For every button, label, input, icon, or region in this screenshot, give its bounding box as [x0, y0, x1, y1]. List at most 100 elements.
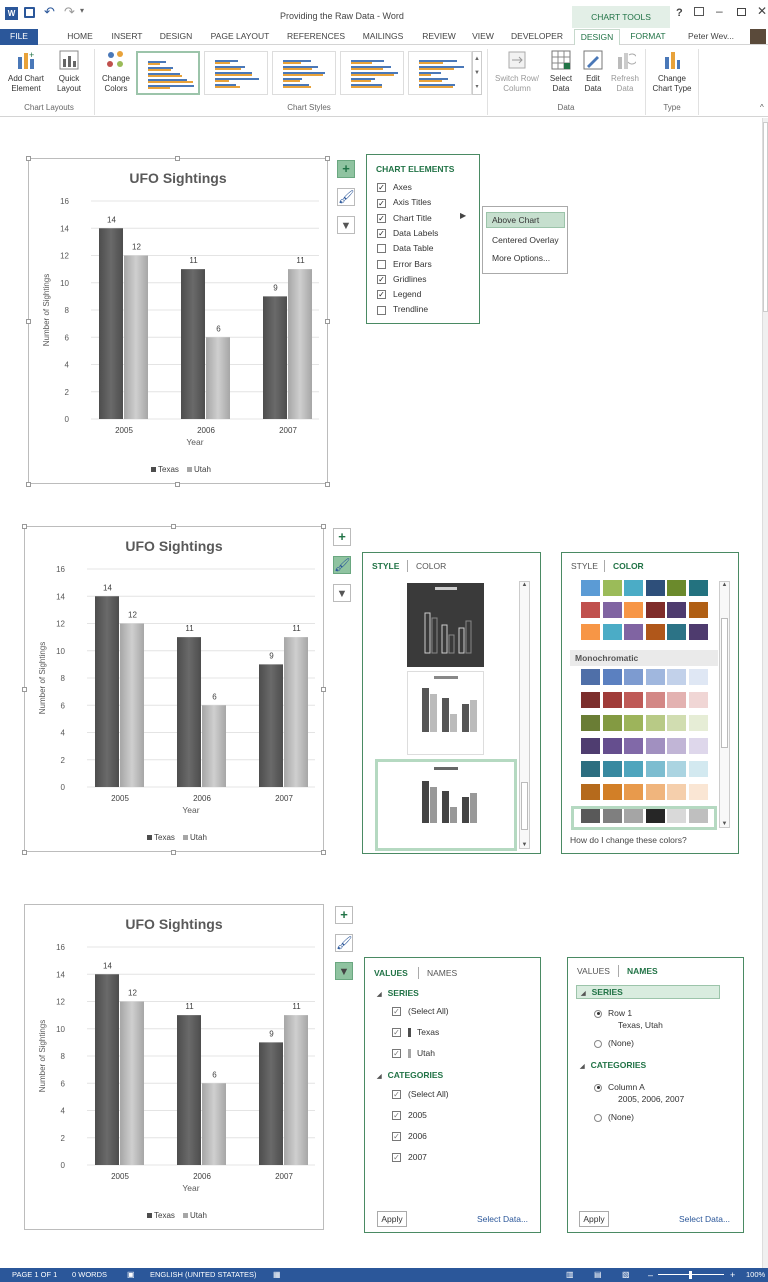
- color-swatch[interactable]: [645, 602, 665, 618]
- zoom-slider-thumb[interactable]: [689, 1271, 692, 1279]
- color-swatch[interactable]: [624, 602, 643, 618]
- color-swatch[interactable]: [667, 738, 686, 754]
- x-axis-title[interactable]: Year: [182, 1183, 199, 1193]
- color-swatch[interactable]: [624, 784, 643, 800]
- filter-item[interactable]: ✓ Texas: [392, 1025, 439, 1039]
- maximize-button[interactable]: [737, 8, 746, 16]
- style-thumb-dark[interactable]: [407, 583, 484, 667]
- color-swatch[interactable]: [602, 692, 622, 708]
- legend-entry[interactable]: Texas: [154, 833, 175, 842]
- color-swatch[interactable]: [581, 669, 600, 685]
- resize-handle[interactable]: [22, 524, 27, 529]
- color-swatch[interactable]: [581, 580, 600, 596]
- scroll-thumb[interactable]: [521, 782, 528, 830]
- color-swatch[interactable]: [581, 692, 600, 708]
- bar-utah-2007[interactable]: [288, 269, 312, 419]
- bar-texas-2005[interactable]: [95, 974, 119, 1165]
- radio-unselected[interactable]: [594, 1039, 602, 1048]
- scroll-up-icon[interactable]: ▲: [520, 582, 529, 588]
- data-label[interactable]: 14: [103, 583, 112, 592]
- color-swatch[interactable]: [602, 580, 622, 596]
- chart-element-data-table[interactable]: Data Table: [377, 241, 433, 255]
- color-swatch[interactable]: [667, 784, 686, 800]
- chart-style-thumb[interactable]: [204, 51, 268, 95]
- resize-handle[interactable]: [325, 156, 330, 161]
- y-axis-title[interactable]: Number of Sightings: [38, 642, 47, 714]
- tab-color[interactable]: COLOR: [613, 561, 644, 571]
- tab-style[interactable]: STYLE: [571, 561, 598, 571]
- tab-home[interactable]: HOME: [60, 29, 100, 45]
- bar-texas-2007[interactable]: [259, 1042, 283, 1165]
- close-button[interactable]: ✕: [757, 4, 767, 18]
- tab-names[interactable]: NAMES: [427, 968, 457, 978]
- scroll-down-icon[interactable]: ▼: [520, 842, 529, 848]
- change-colors-help-link[interactable]: How do I change these colors?: [570, 835, 687, 845]
- zoom-out-icon[interactable]: –: [648, 1268, 653, 1282]
- style-thumb-light[interactable]: [407, 671, 484, 755]
- color-swatch[interactable]: [688, 761, 708, 777]
- color-swatch[interactable]: [645, 738, 665, 754]
- y-axis-title[interactable]: Number of Sightings: [42, 274, 51, 346]
- checkbox-checked[interactable]: ✓: [377, 229, 386, 239]
- resize-handle[interactable]: [175, 482, 180, 487]
- select-data-link[interactable]: Select Data...: [679, 1214, 730, 1224]
- apply-button[interactable]: Apply: [377, 1211, 407, 1227]
- color-swatch[interactable]: [581, 624, 600, 640]
- resize-handle[interactable]: [22, 687, 27, 692]
- bar-utah-2006[interactable]: [202, 705, 226, 787]
- chart-element-gridlines[interactable]: ✓ Gridlines: [377, 272, 427, 286]
- data-label[interactable]: 11: [189, 256, 198, 265]
- data-label[interactable]: 12: [128, 611, 137, 620]
- resize-handle[interactable]: [321, 524, 326, 529]
- gallery-scroll[interactable]: ▲ ▼ ▾: [472, 51, 482, 95]
- color-swatch[interactable]: [688, 580, 708, 596]
- qat-customize-icon[interactable]: ▾: [80, 6, 84, 15]
- style-scrollbar[interactable]: ▲ ▼: [519, 581, 530, 849]
- resize-handle[interactable]: [22, 850, 27, 855]
- color-swatch[interactable]: [688, 669, 708, 685]
- bar-utah-2007[interactable]: [284, 1015, 308, 1165]
- bar-utah-2005[interactable]: [124, 255, 148, 420]
- data-label[interactable]: 11: [292, 1002, 301, 1011]
- tab-values[interactable]: VALUES: [577, 966, 610, 976]
- tab-chart-design[interactable]: DESIGN: [574, 29, 620, 45]
- macro-icon[interactable]: ▦: [273, 1268, 281, 1282]
- tab-page-layout[interactable]: PAGE LAYOUT: [207, 29, 273, 45]
- legend-entry[interactable]: Utah: [194, 465, 211, 474]
- chart-elements-button[interactable]: +: [335, 906, 353, 924]
- data-label[interactable]: 14: [103, 961, 112, 970]
- filter-item[interactable]: ✓ 2006: [392, 1129, 427, 1143]
- x-axis-title[interactable]: Year: [182, 805, 199, 815]
- checkbox-unchecked[interactable]: [377, 244, 386, 254]
- bar-utah-2007[interactable]: [284, 637, 308, 787]
- scroll-down-icon[interactable]: ▼: [720, 821, 729, 827]
- chart-styles-button[interactable]: 🖌: [337, 188, 355, 206]
- bar-utah-2005[interactable]: [120, 623, 144, 788]
- checkbox-checked[interactable]: ✓: [392, 1132, 401, 1142]
- chart-filters-button[interactable]: ▼: [335, 962, 353, 980]
- color-swatch[interactable]: [581, 784, 600, 800]
- data-label[interactable]: 9: [269, 1029, 274, 1038]
- color-swatch[interactable]: [688, 692, 708, 708]
- color-swatch[interactable]: [581, 602, 600, 618]
- tab-insert[interactable]: INSERT: [107, 29, 147, 45]
- color-swatch[interactable]: [624, 761, 643, 777]
- select-data-link[interactable]: Select Data...: [477, 1214, 528, 1224]
- data-label[interactable]: 14: [107, 215, 116, 224]
- tab-file[interactable]: FILE: [0, 29, 38, 45]
- legend-entry[interactable]: Texas: [154, 1211, 175, 1220]
- chart-styles-button[interactable]: 🖌: [333, 556, 351, 574]
- checkbox-checked[interactable]: ✓: [377, 290, 386, 300]
- legend-entry[interactable]: Texas: [158, 465, 179, 474]
- color-swatch[interactable]: [667, 624, 686, 640]
- chart-elements-button[interactable]: +: [337, 160, 355, 178]
- chart-element-error-bars[interactable]: Error Bars: [377, 257, 432, 271]
- help-button[interactable]: ?: [676, 7, 683, 19]
- filter-item[interactable]: ✓ (Select All): [392, 1087, 449, 1101]
- categories-header[interactable]: ◢ CATEGORIES: [377, 1070, 443, 1080]
- switch-row-column-button[interactable]: Switch Row/ Column: [490, 49, 544, 94]
- names-series-none-option[interactable]: (None): [594, 1036, 634, 1050]
- names-series-header[interactable]: ◢ SERIES: [576, 985, 720, 999]
- chart-style-thumb[interactable]: [340, 51, 404, 95]
- chart-element-trendline[interactable]: Trendline: [377, 302, 428, 316]
